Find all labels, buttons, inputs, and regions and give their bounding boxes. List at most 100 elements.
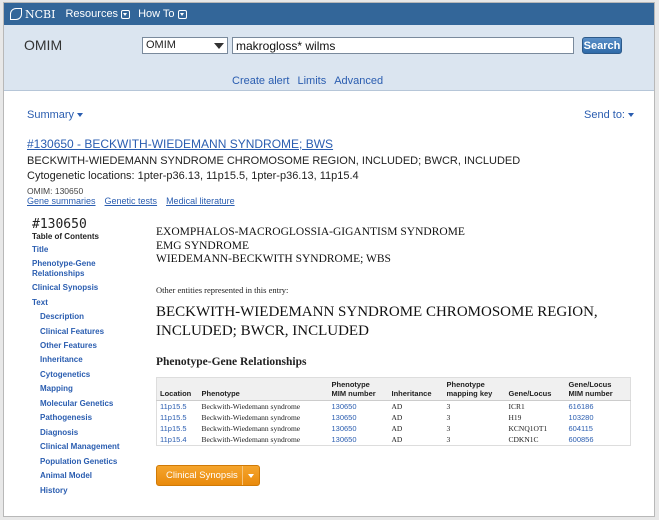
how-to-label: How To bbox=[138, 8, 175, 20]
toc-item[interactable]: Title bbox=[32, 245, 48, 255]
send-to-label: Send to: bbox=[584, 109, 625, 121]
clinical-synopsis-button[interactable]: Clinical Synopsis bbox=[156, 465, 260, 486]
toc-item[interactable]: Other Features bbox=[40, 341, 97, 351]
col-mapping-key: Phenotype mapping key bbox=[443, 377, 506, 401]
chevron-down-icon bbox=[121, 9, 131, 19]
ncbi-logo[interactable]: NCBI bbox=[10, 8, 55, 21]
result-included: BECKWITH-WIEDEMANN SYNDROME CHROMOSOME R… bbox=[27, 155, 521, 167]
col-location: Location bbox=[156, 377, 199, 401]
cell-mapping-key: 3 bbox=[446, 413, 451, 422]
search-links: Create alert Limits Advanced bbox=[232, 75, 383, 87]
page-frame: NCBI Resources How To OMIM OMIM Search C… bbox=[3, 2, 655, 517]
toc-item[interactable]: Relationships bbox=[32, 269, 84, 279]
toc-item[interactable]: Diagnosis bbox=[40, 428, 78, 438]
result-links: Gene summaries Genetic tests Medical lit… bbox=[27, 196, 235, 206]
search-bar: OMIM OMIM Search Create alert Limits Adv… bbox=[4, 25, 654, 91]
cell-gene-locus-mim[interactable]: 600856 bbox=[566, 434, 631, 446]
table-row: 11p15.5 Beckwith-Wiedemann syndrome 130650… bbox=[157, 412, 631, 423]
chevron-down-icon bbox=[177, 9, 187, 19]
toc-item[interactable]: Molecular Genetics bbox=[40, 399, 113, 409]
search-button[interactable]: Search bbox=[582, 37, 622, 54]
toc-item[interactable]: Clinical Synopsis bbox=[32, 283, 98, 293]
advanced-link[interactable]: Advanced bbox=[334, 75, 383, 87]
toc-item[interactable]: Clinical Management bbox=[40, 442, 120, 452]
toc-item[interactable]: Animal Model bbox=[40, 471, 92, 481]
database-title: OMIM bbox=[24, 37, 63, 53]
table-row: 11p15.5 Beckwith-Wiedemann syndrome 130650… bbox=[157, 401, 631, 413]
send-to-menu[interactable]: Send to: bbox=[584, 109, 634, 121]
col-gene-locus: Gene/Locus bbox=[505, 377, 566, 401]
toc-item[interactable]: Cytogenetics bbox=[40, 370, 90, 380]
toc-item[interactable]: History bbox=[40, 486, 68, 496]
toc-item[interactable]: Inheritance bbox=[40, 355, 83, 365]
mim-number: #130650 bbox=[32, 217, 87, 232]
cell-phenotype-mim[interactable]: 130650 bbox=[329, 434, 389, 446]
result-cytogenetic: Cytogenetic locations: 1pter-p36.13, 11p… bbox=[27, 170, 359, 182]
result-title-link[interactable]: #130650 - BECKWITH-WIEDEMANN SYNDROME; B… bbox=[27, 137, 333, 151]
cell-location[interactable]: 11p15.5 bbox=[157, 423, 199, 434]
col-phenotype: Phenotype bbox=[198, 377, 329, 401]
result-omim-id: OMIM: 130650 bbox=[27, 186, 84, 196]
ncbi-logo-text: NCBI bbox=[25, 7, 56, 21]
cell-mapping-key: 3 bbox=[446, 424, 451, 433]
dropdown-arrow-icon bbox=[214, 43, 224, 49]
caret-down-icon bbox=[628, 113, 634, 117]
toc-item[interactable]: Population Genetics bbox=[40, 457, 117, 467]
clinical-synopsis-label: Clinical Synopsis bbox=[157, 466, 243, 485]
cell-gene-locus-mim[interactable]: 103280 bbox=[566, 412, 631, 423]
toc-item[interactable]: Text bbox=[32, 298, 48, 308]
alternative-titles: EXOMPHALOS-MACROGLOSSIA-GIGANTISM SYNDRO… bbox=[156, 226, 465, 267]
cell-inheritance: AD bbox=[391, 413, 403, 422]
cell-gene-locus: CDKN1C bbox=[508, 435, 539, 444]
cell-mapping-key: 3 bbox=[446, 435, 451, 444]
cell-phenotype-mim[interactable]: 130650 bbox=[329, 401, 389, 413]
resources-menu[interactable]: Resources bbox=[65, 8, 131, 20]
phenotype-gene-heading: Phenotype-Gene Relationships bbox=[156, 356, 307, 368]
medical-literature-link[interactable]: Medical literature bbox=[166, 196, 235, 206]
how-to-menu[interactable]: How To bbox=[138, 8, 187, 20]
toc-item[interactable]: Phenotype-Gene bbox=[32, 259, 96, 269]
toc-item[interactable]: Pathogenesis bbox=[40, 413, 92, 423]
resources-label: Resources bbox=[65, 8, 119, 20]
genetic-tests-link[interactable]: Genetic tests bbox=[105, 196, 158, 206]
clinical-synopsis-dropdown[interactable] bbox=[243, 473, 259, 478]
cell-phenotype: Beckwith-Wiedemann syndrome bbox=[201, 413, 301, 422]
gene-summaries-link[interactable]: Gene summaries bbox=[27, 196, 96, 206]
table-row: 11p15.5 Beckwith-Wiedemann syndrome 130650… bbox=[157, 423, 631, 434]
cell-inheritance: AD bbox=[391, 402, 403, 411]
cell-inheritance: AD bbox=[391, 435, 403, 444]
col-inheritance: Inheritance bbox=[388, 377, 444, 401]
phenotype-gene-table: Location Phenotype Phenotype MIM number … bbox=[156, 377, 631, 446]
cell-gene-locus: ICR1 bbox=[508, 402, 525, 411]
alt-title: EXOMPHALOS-MACROGLOSSIA-GIGANTISM SYNDRO… bbox=[156, 226, 465, 238]
cell-gene-locus-mim[interactable]: 604115 bbox=[566, 423, 631, 434]
database-select[interactable]: OMIM bbox=[142, 37, 228, 54]
cell-inheritance: AD bbox=[391, 424, 403, 433]
cell-location[interactable]: 11p15.5 bbox=[157, 412, 199, 423]
toc-item[interactable]: Description bbox=[40, 312, 84, 322]
summary-format-menu[interactable]: Summary bbox=[27, 109, 84, 121]
cell-phenotype-mim[interactable]: 130650 bbox=[329, 412, 389, 423]
toc-item[interactable]: Mapping bbox=[40, 384, 73, 394]
caret-down-icon bbox=[77, 113, 84, 117]
cell-phenotype: Beckwith-Wiedemann syndrome bbox=[201, 424, 301, 433]
alt-title: WIEDEMANN-BECKWITH SYNDROME; WBS bbox=[156, 253, 391, 265]
ncbi-logo-icon bbox=[10, 8, 22, 20]
cell-phenotype-mim[interactable]: 130650 bbox=[329, 423, 389, 434]
top-nav: NCBI Resources How To bbox=[4, 3, 654, 25]
search-input[interactable] bbox=[232, 37, 574, 54]
col-gene-locus-mim: Gene/Locus MIM number bbox=[565, 377, 631, 401]
cell-location[interactable]: 11p15.5 bbox=[157, 401, 199, 413]
summary-label: Summary bbox=[27, 109, 75, 121]
caret-down-icon bbox=[248, 473, 254, 478]
included-entity-title: BECKWITH-WIEDEMANN SYNDROME CHROMOSOME R… bbox=[156, 304, 598, 339]
col-phenotype-mim: Phenotype MIM number bbox=[328, 377, 389, 401]
database-select-value: OMIM bbox=[146, 39, 176, 51]
alt-title: EMG SYNDROME bbox=[156, 239, 249, 252]
create-alert-link[interactable]: Create alert bbox=[232, 75, 289, 87]
cell-phenotype: Beckwith-Wiedemann syndrome bbox=[201, 402, 301, 411]
cell-gene-locus-mim[interactable]: 616186 bbox=[566, 401, 631, 413]
cell-location[interactable]: 11p15.4 bbox=[157, 434, 199, 446]
toc-item[interactable]: Clinical Features bbox=[40, 327, 104, 337]
limits-link[interactable]: Limits bbox=[297, 75, 326, 87]
